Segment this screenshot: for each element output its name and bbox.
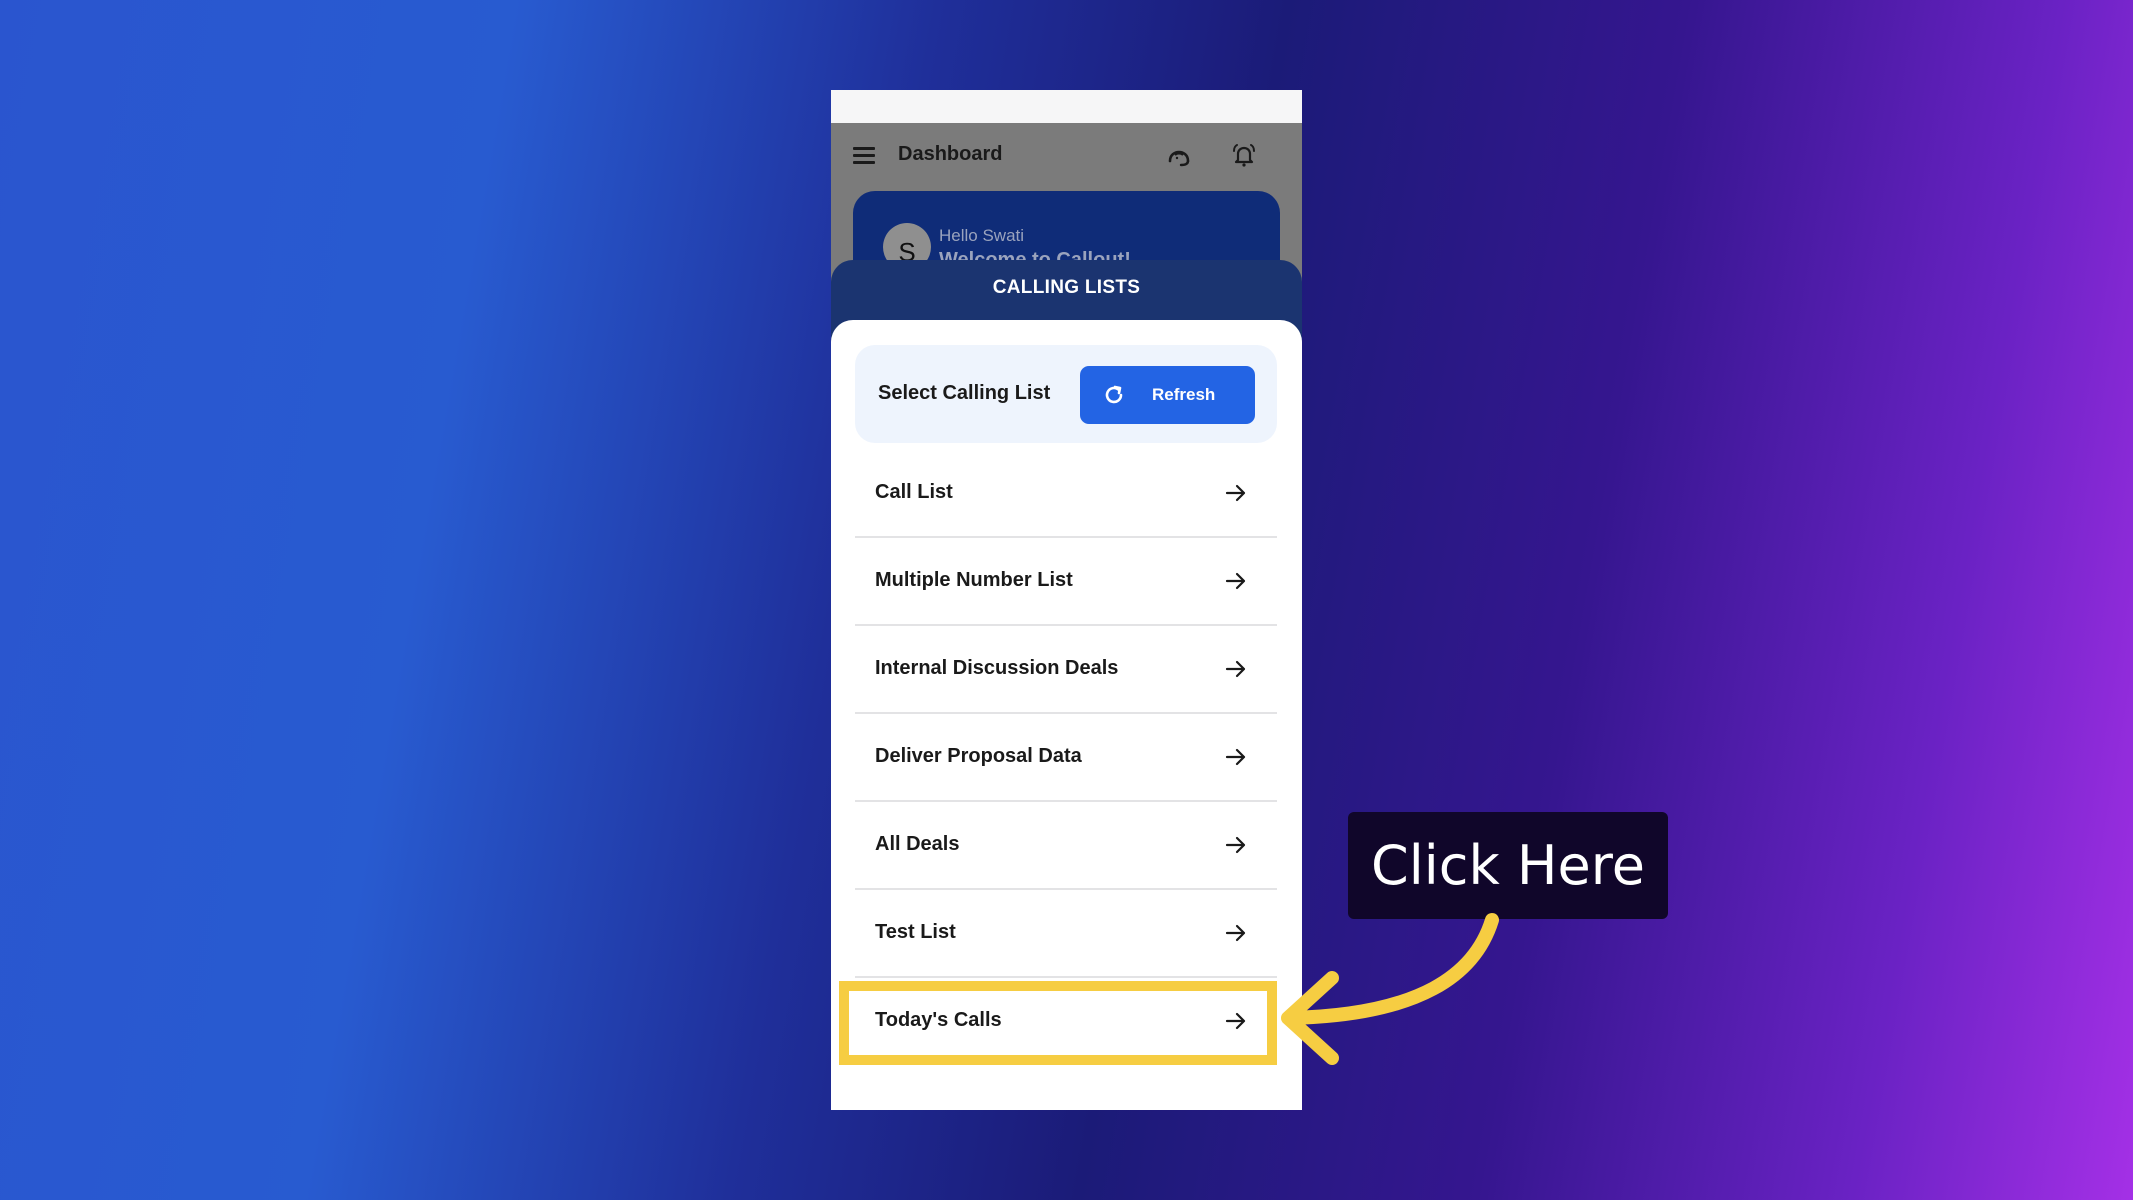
arrow-right-icon [1225,660,1246,678]
arrow-right-icon [1225,1012,1246,1030]
headset-support-icon[interactable] [1165,141,1193,169]
app-header: Dashboard [831,123,1302,191]
arrow-right-icon [1225,836,1246,854]
list-item-label: Multiple Number List [875,569,1073,591]
list-item-label: Call List [875,481,953,503]
arrow-right-icon [1225,484,1246,502]
list-item-all-deals[interactable]: All Deals [855,802,1277,890]
list-item-call-list[interactable]: Call List [855,450,1277,538]
page-title: Dashboard [898,143,1003,165]
arrow-right-icon [1225,572,1246,590]
refresh-button[interactable]: Refresh [1080,366,1255,424]
list-item-deliver-proposal-data[interactable]: Deliver Proposal Data [855,714,1277,802]
greeting-text: Hello Swati [939,226,1025,245]
hamburger-menu-icon[interactable] [853,147,875,165]
callout-text: Click Here [1371,834,1645,897]
list-item-label: Internal Discussion Deals [875,657,1119,679]
sheet-title: CALLING LISTS [992,277,1141,298]
calling-lists-sheet: Select Calling List Refresh Call List Mu… [831,320,1302,1110]
list-item-label: Deliver Proposal Data [875,745,1082,767]
select-calling-list-label: Select Calling List [878,382,1051,404]
select-calling-list-bar: Select Calling List Refresh [855,345,1277,443]
phone-screen: Dashboard S Hello Swati Welcome to Callo… [831,90,1302,1110]
curved-pointer-arrow-icon [1281,913,1499,1065]
refresh-icon [1105,385,1123,404]
list-item-multiple-number-list[interactable]: Multiple Number List [855,538,1277,626]
list-item-label: Test List [875,921,956,943]
list-item-label: All Deals [875,833,960,855]
calling-list: Call List Multiple Number List Internal … [855,450,1277,1064]
arrow-right-icon [1225,924,1246,942]
bell-ringing-icon[interactable] [1230,141,1258,169]
list-item-internal-discussion-deals[interactable]: Internal Discussion Deals [855,626,1277,714]
list-item-test-list[interactable]: Test List [855,890,1277,978]
status-bar [831,90,1302,123]
list-item-label: Today's Calls [875,1009,1002,1031]
list-item-todays-calls[interactable]: Today's Calls [855,978,1277,1064]
refresh-label: Refresh [1152,385,1216,404]
arrow-right-icon [1225,748,1246,766]
